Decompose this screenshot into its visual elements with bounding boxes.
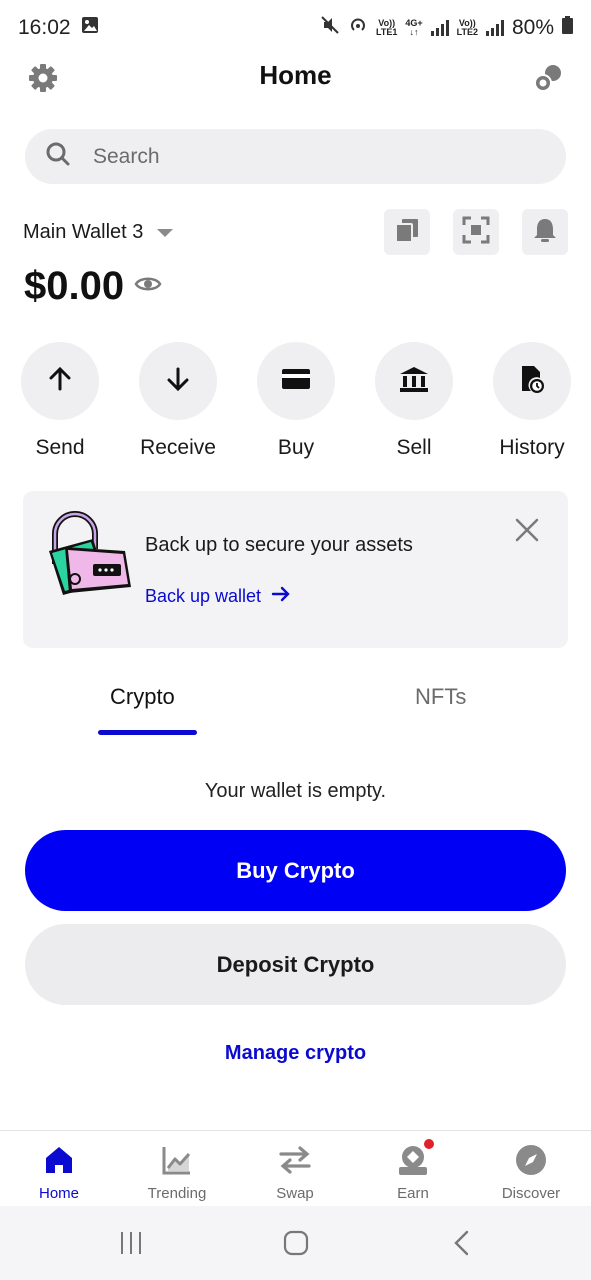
- action-bar: Send Receive Buy Sell History: [0, 342, 591, 462]
- close-icon[interactable]: [514, 517, 540, 543]
- scan-button[interactable]: [453, 209, 499, 255]
- battery-text: 80%: [511, 16, 554, 39]
- bell-icon: [531, 216, 559, 249]
- status-right: Vo)) LTE1 4G+ ↓↑ Vo)) LTE2 80%: [320, 15, 573, 41]
- backup-card: Back up to secure your assets Back up wa…: [23, 491, 568, 648]
- back-icon[interactable]: [447, 1228, 477, 1258]
- tab-crypto[interactable]: Crypto: [110, 684, 175, 710]
- search-placeholder: Search: [93, 144, 160, 168]
- nav-discover[interactable]: Discover: [476, 1143, 586, 1202]
- sell-label: Sell: [396, 436, 432, 459]
- history-icon: [518, 364, 546, 399]
- buy-circle: [257, 342, 335, 420]
- buy-label: Buy: [277, 436, 315, 459]
- sell-button[interactable]: Sell: [354, 342, 474, 460]
- search-icon: [45, 141, 71, 172]
- signal-icon: [430, 20, 449, 36]
- scan-icon: [462, 216, 490, 249]
- receive-button[interactable]: Receive: [118, 342, 238, 460]
- history-button[interactable]: History: [472, 342, 591, 460]
- backup-card-title: Back up to secure your assets: [145, 534, 413, 556]
- nav-earn[interactable]: Earn: [358, 1139, 468, 1202]
- copy-button[interactable]: [384, 209, 430, 255]
- wallet-row: Main Wallet 3: [23, 208, 568, 256]
- status-left: 16:02: [18, 16, 99, 40]
- status-bar: 16:02 Vo)) LTE1 4G+ ↓↑ Vo)) LTE2 80%: [0, 0, 591, 56]
- arrow-up-icon: [46, 365, 74, 398]
- mute-icon: [320, 15, 340, 41]
- search-input[interactable]: Search: [25, 129, 566, 184]
- nav-discover-label: Discover: [501, 1185, 561, 1202]
- status-time: 16:02: [18, 16, 71, 39]
- earn-icon: [396, 1139, 434, 1177]
- network-4g: 4G+ ↓↑: [405, 18, 423, 37]
- nav-earn-label: Earn: [397, 1185, 429, 1202]
- network-1: Vo)) LTE1: [376, 18, 398, 37]
- asset-tabs: Crypto NFTs: [0, 670, 591, 736]
- eye-icon[interactable]: [134, 274, 162, 299]
- buy-crypto-button[interactable]: Buy Crypto: [25, 830, 566, 911]
- card-icon: [281, 367, 311, 396]
- nav-swap-label: Swap: [276, 1185, 314, 1202]
- copy-icon: [394, 217, 420, 248]
- nav-home-label: Home: [38, 1185, 79, 1202]
- tab-nfts[interactable]: NFTs: [415, 684, 466, 710]
- manage-crypto-link[interactable]: Manage crypto: [0, 1042, 591, 1065]
- header: Home: [0, 56, 591, 100]
- page-title: Home: [259, 60, 332, 90]
- tab-active-indicator: [98, 730, 197, 735]
- system-navigation: [0, 1206, 591, 1280]
- chart-icon: [160, 1143, 194, 1177]
- signal-icon-2: [485, 20, 504, 36]
- receive-label: Receive: [140, 436, 216, 459]
- arrow-right-icon: [271, 585, 291, 608]
- connections-icon[interactable]: [530, 60, 566, 96]
- buy-button[interactable]: Buy: [236, 342, 356, 460]
- sell-circle: [375, 342, 453, 420]
- backup-wallet-link[interactable]: Back up wallet: [145, 585, 291, 608]
- network-2: Vo)) LTE2: [456, 18, 478, 37]
- recent-apps-icon[interactable]: [116, 1228, 146, 1258]
- arrow-down-icon: [164, 365, 192, 398]
- history-circle: [493, 342, 571, 420]
- nav-home[interactable]: Home: [4, 1143, 114, 1202]
- wallet-selector[interactable]: Main Wallet 3: [23, 221, 174, 244]
- nav-trending-label: Trending: [147, 1185, 207, 1202]
- backup-wallet-link-label: Back up wallet: [145, 586, 262, 606]
- send-button[interactable]: Send: [0, 342, 120, 460]
- nav-swap[interactable]: Swap: [240, 1143, 350, 1202]
- notification-dot: [424, 1139, 434, 1149]
- hotspot-icon: [348, 15, 368, 41]
- receive-circle: [139, 342, 217, 420]
- notifications-button[interactable]: [522, 209, 568, 255]
- swap-icon: [278, 1143, 312, 1177]
- home-icon: [42, 1143, 76, 1177]
- wallet-name: Main Wallet 3: [23, 221, 144, 243]
- bottom-nav: Home Trending Swap Earn Discover: [0, 1130, 591, 1206]
- home-button-icon[interactable]: [281, 1228, 311, 1258]
- bank-icon: [399, 365, 429, 398]
- chevron-down-icon: [157, 228, 174, 237]
- battery-icon: [562, 16, 573, 40]
- history-label: History: [499, 436, 565, 459]
- balance: $0.00: [24, 264, 162, 309]
- deposit-crypto-button[interactable]: Deposit Crypto: [25, 924, 566, 1005]
- compass-icon: [514, 1143, 548, 1177]
- send-label: Send: [35, 436, 85, 459]
- padlock-illustration: [45, 509, 135, 606]
- empty-wallet-message: Your wallet is empty.: [204, 780, 387, 802]
- balance-amount: $0.00: [24, 264, 125, 308]
- nav-trending[interactable]: Trending: [122, 1143, 232, 1202]
- send-circle: [21, 342, 99, 420]
- gallery-icon: [81, 16, 99, 40]
